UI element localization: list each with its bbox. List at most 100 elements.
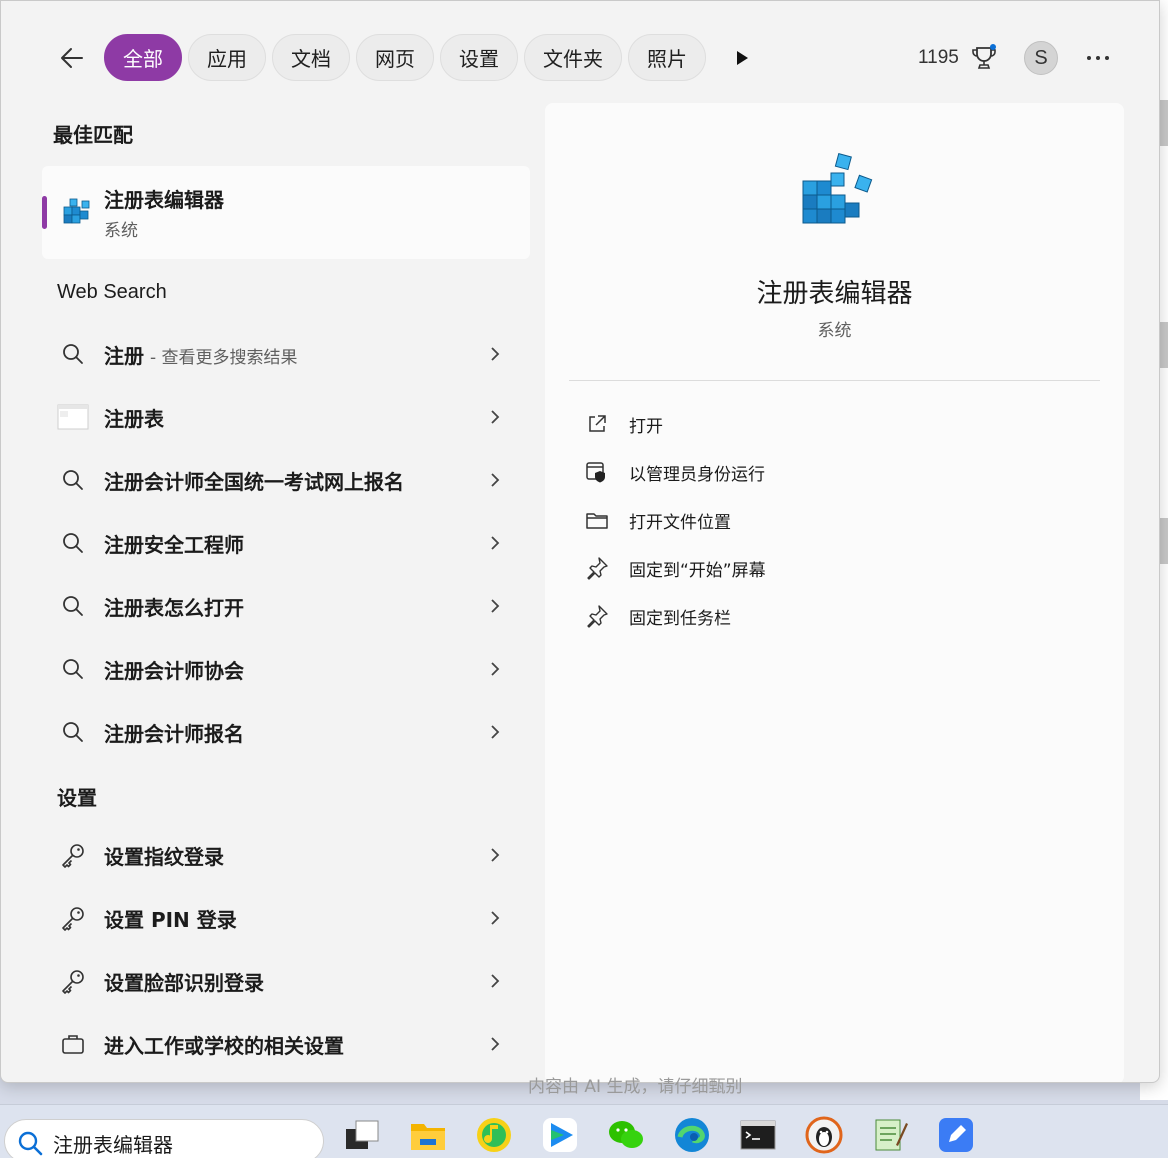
file-explorer-icon[interactable]	[408, 1115, 448, 1155]
settings-result-label: 设置脸部识别登录	[104, 970, 264, 995]
rewards-button[interactable]	[969, 43, 999, 73]
filter-tab-apps[interactable]: 应用	[188, 34, 266, 81]
web-result-label: 注册	[104, 343, 144, 368]
terminal-icon[interactable]	[738, 1115, 778, 1155]
back-button[interactable]	[53, 39, 91, 77]
action-open-file-location[interactable]: 打开文件位置	[583, 500, 1083, 540]
chevron-right-icon	[491, 410, 500, 424]
web-result-label: 注册会计师报名	[104, 721, 244, 746]
chevron-right-icon	[491, 473, 500, 487]
web-result-suffix: - 查看更多搜索结果	[150, 347, 298, 368]
shield-admin-icon	[586, 462, 605, 483]
settings-heading: 设置	[57, 786, 97, 810]
taskbar: 注册表编辑器	[0, 1104, 1168, 1158]
action-pin-to-start[interactable]: 固定到“开始”屏幕	[583, 548, 1083, 588]
task-view-icon[interactable]	[342, 1115, 382, 1155]
wechat-icon[interactable]	[606, 1115, 646, 1155]
webpage-thumbnail-icon	[57, 404, 89, 430]
editor-app-icon[interactable]	[936, 1115, 976, 1155]
edge-browser-icon[interactable]	[672, 1115, 712, 1155]
key-icon	[62, 907, 84, 931]
back-arrow-icon	[61, 48, 83, 68]
key-icon	[62, 844, 84, 868]
filter-tab-folders[interactable]: 文件夹	[524, 34, 622, 81]
open-external-icon	[589, 415, 606, 432]
penguin-app-icon[interactable]	[804, 1115, 844, 1155]
video-player-icon[interactable]	[540, 1115, 580, 1155]
ellipsis-icon	[1087, 56, 1109, 60]
preview-subtitle: 系统	[817, 321, 852, 341]
web-result-item[interactable]: 注册会计师全国统一考试网上报名	[53, 453, 513, 507]
play-arrow-icon	[737, 51, 748, 65]
web-result-item[interactable]: 注册会计师报名	[53, 705, 513, 759]
ai-disclaimer: 内容由 AI 生成，请仔细甄别	[528, 1077, 743, 1097]
registry-editor-icon	[63, 198, 90, 224]
settings-result-item[interactable]: 设置脸部识别登录	[53, 954, 513, 1008]
filter-tab-web[interactable]: 网页	[356, 34, 434, 81]
chevron-right-icon	[491, 974, 500, 988]
folder-icon	[586, 513, 608, 529]
chevron-right-icon	[491, 536, 500, 550]
action-pin-to-taskbar[interactable]: 固定到任务栏	[583, 596, 1083, 636]
web-result-item[interactable]: 注册表怎么打开	[53, 579, 513, 633]
filter-tab-settings[interactable]: 设置	[440, 34, 518, 81]
search-icon	[18, 1131, 43, 1156]
registry-editor-icon	[802, 153, 873, 224]
action-label: 打开文件位置	[629, 512, 731, 533]
search-icon	[63, 344, 83, 364]
chevron-right-icon	[491, 1037, 500, 1051]
action-run-as-admin[interactable]: 以管理员身份运行	[583, 452, 1083, 492]
settings-result-label: 设置 PIN 登录	[104, 907, 237, 932]
pin-icon	[587, 605, 608, 628]
settings-result-item[interactable]: 设置 PIN 登录	[53, 891, 513, 945]
best-match-card[interactable]: 注册表编辑器 系统	[42, 166, 530, 259]
web-result-item[interactable]: 注册表	[53, 390, 513, 444]
action-label: 打开	[629, 416, 663, 437]
settings-result-label: 进入工作或学校的相关设置	[104, 1033, 344, 1058]
chevron-right-icon	[491, 599, 500, 613]
search-icon	[63, 596, 83, 616]
preview-pane: 注册表编辑器 系统 打开 以管理员身份运行 打开文件位置 固定到“开始”屏幕 固…	[545, 103, 1124, 1082]
taskbar-search-box[interactable]: 注册表编辑器	[4, 1119, 324, 1158]
filter-tab-all[interactable]: 全部	[104, 34, 182, 81]
best-match-title: 注册表编辑器	[104, 188, 224, 212]
web-result-label: 注册表	[104, 406, 164, 431]
best-match-heading: 最佳匹配	[53, 123, 133, 147]
best-match-subtitle: 系统	[104, 221, 138, 241]
trophy-icon	[972, 44, 996, 69]
filter-tab-documents[interactable]: 文档	[272, 34, 350, 81]
chevron-right-icon	[491, 848, 500, 862]
web-result-label: 注册表怎么打开	[104, 595, 244, 620]
pin-icon	[587, 557, 608, 580]
filter-tabs: 全部 应用 文档 网页 设置 文件夹 照片	[104, 34, 706, 81]
settings-result-label: 设置指纹登录	[104, 844, 224, 869]
music-app-icon[interactable]	[474, 1115, 514, 1155]
web-result-item[interactable]: 注册 - 查看更多搜索结果	[53, 327, 513, 381]
chevron-right-icon	[491, 911, 500, 925]
more-options-button[interactable]	[1083, 43, 1113, 73]
settings-result-item[interactable]: 设置指纹登录	[53, 828, 513, 882]
web-result-item[interactable]: 注册安全工程师	[53, 516, 513, 570]
filter-tab-photos[interactable]: 照片	[628, 34, 706, 81]
chevron-right-icon	[491, 662, 500, 676]
web-result-label: 注册会计师全国统一考试网上报名	[104, 469, 404, 494]
account-avatar[interactable]: S	[1024, 41, 1058, 75]
search-icon	[63, 470, 83, 490]
web-result-item[interactable]: 注册会计师协会	[53, 642, 513, 696]
action-label: 固定到“开始”屏幕	[629, 560, 766, 581]
action-label: 以管理员身份运行	[629, 464, 765, 485]
chevron-right-icon	[491, 725, 500, 739]
briefcase-icon	[62, 1035, 84, 1054]
settings-result-item[interactable]: 进入工作或学校的相关设置	[53, 1017, 513, 1071]
search-icon	[63, 722, 83, 742]
more-filters-button[interactable]	[729, 45, 755, 71]
notepad-icon[interactable]	[870, 1115, 910, 1155]
chevron-right-icon	[491, 347, 500, 361]
web-result-label: 注册安全工程师	[104, 532, 244, 557]
start-search-panel: 全部 应用 文档 网页 设置 文件夹 照片 1195 S 最佳匹配 注册表编辑器…	[0, 0, 1160, 1083]
selection-indicator	[42, 196, 47, 229]
action-label: 固定到任务栏	[629, 608, 731, 629]
rewards-points: 1195	[918, 47, 959, 68]
divider	[569, 380, 1100, 381]
action-open[interactable]: 打开	[583, 404, 1083, 444]
